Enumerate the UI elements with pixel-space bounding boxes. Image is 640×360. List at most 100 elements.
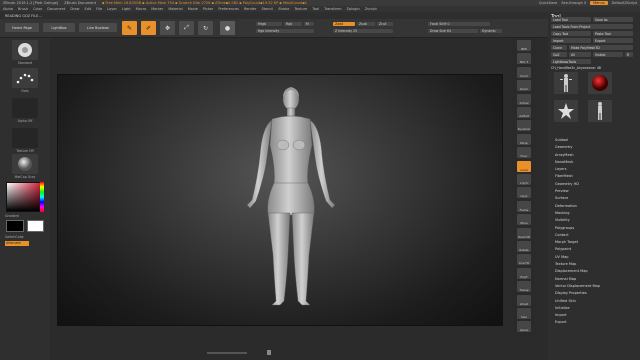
lightbox-button[interactable]: LightBox	[43, 23, 75, 32]
goz-all-button[interactable]: All	[569, 52, 591, 57]
texture-selector[interactable]: Texture Off	[5, 128, 45, 153]
subpalette-subtool[interactable]: Subtool	[555, 137, 635, 144]
subpalette-normal-map[interactable]: Normal Map	[555, 276, 635, 283]
lightbox-tools-button[interactable]: Lightbox▸Tools	[551, 59, 591, 64]
zcut-button[interactable]: Zcut	[377, 22, 393, 26]
hue-strip[interactable]	[40, 182, 44, 212]
shelf-button-actual[interactable]: Actual	[517, 93, 531, 105]
subpalette-surface[interactable]: Surface	[555, 195, 635, 202]
menu-picker[interactable]: Picker	[203, 7, 213, 11]
live-boolean-button[interactable]: Live Boolean	[79, 23, 117, 32]
edit-button[interactable]: ✎	[122, 21, 137, 35]
shelf-button-solo[interactable]: Solo	[517, 308, 531, 319]
stroke-selector[interactable]: Dots	[5, 68, 45, 93]
timeline-track[interactable]	[207, 352, 247, 354]
menu-light[interactable]: Light	[122, 7, 131, 11]
subpalette-preview[interactable]: Preview	[555, 188, 635, 195]
shelf-button-persp[interactable]: Persp	[517, 133, 531, 145]
subpalette-geometry-hd[interactable]: Geometry HD	[555, 181, 635, 188]
m-button[interactable]: M	[304, 22, 314, 26]
shelf-button-zoom3d[interactable]: Zoom3D	[517, 227, 531, 239]
home-page-button[interactable]: Home Page	[5, 23, 39, 32]
shelf-button-dynamic[interactable]: Dynamic	[517, 120, 531, 132]
tool-thumb-alpha[interactable]	[554, 100, 578, 122]
zsub-button[interactable]: Zsub	[357, 22, 375, 26]
menu-tool[interactable]: Tool	[312, 7, 319, 11]
subpalette-contact[interactable]: Contact	[555, 232, 635, 239]
subpalette-unified-skin[interactable]: Unified Skin	[555, 298, 635, 305]
z-intensity-slider[interactable]: Z Intensity 25	[333, 29, 393, 33]
subpalette-displacement-map[interactable]: Displacement Map	[555, 268, 635, 275]
subpalette-visibility[interactable]: Visibility	[555, 217, 635, 224]
material-button[interactable]: ●	[220, 21, 235, 35]
gradient-label[interactable]: Gradient	[5, 214, 19, 218]
subpalette-deformation[interactable]: Deformation	[555, 203, 635, 210]
subpalette-geometry[interactable]: Geometry	[555, 144, 635, 151]
draw-size-slider[interactable]: Draw Size 64	[428, 29, 478, 33]
rgb-button[interactable]: Rgb	[284, 22, 302, 26]
subpalette-texture-map[interactable]: Texture Map	[555, 261, 635, 268]
menu-material[interactable]: Material	[168, 7, 182, 11]
subpalette-import[interactable]: Import	[555, 312, 635, 319]
menu-texture[interactable]: Texture	[294, 7, 307, 11]
shelf-button-zoom[interactable]: Zoom	[517, 80, 531, 92]
menu-layer[interactable]: Layer	[107, 7, 117, 11]
shelf-button-bpr[interactable]: BPR	[517, 40, 531, 51]
alpha-selector[interactable]: Alpha Off	[5, 98, 45, 123]
clone-button[interactable]: Clone	[551, 45, 567, 50]
menu-document[interactable]: Document	[47, 7, 65, 11]
save-as-button[interactable]: Save As	[593, 17, 633, 22]
menu-file[interactable]: File	[96, 7, 102, 11]
import-button[interactable]: Import	[551, 38, 591, 43]
menu-color[interactable]: Color	[33, 7, 42, 11]
load-tool-button[interactable]: Load Tool	[551, 17, 591, 22]
material-selector[interactable]: MatCap Gray	[5, 154, 45, 179]
brush-selector[interactable]: Standard	[5, 40, 45, 65]
menu-transform[interactable]: Transform	[324, 7, 341, 11]
goz-r-button[interactable]: R	[625, 52, 633, 57]
subpalette-export[interactable]: Export	[555, 319, 635, 326]
color-picker[interactable]	[6, 182, 44, 212]
shelf-button-rotate[interactable]: Rotate	[517, 241, 531, 252]
goz-button[interactable]: GoZ	[551, 52, 567, 57]
timeline-marker[interactable]	[267, 350, 271, 355]
draw-button[interactable]: ✐	[141, 21, 156, 35]
shelf-button-floor[interactable]: Floor	[517, 147, 531, 159]
paste-tool-button[interactable]: Paste Tool	[593, 31, 633, 36]
shelf-button-frame[interactable]: Frame	[517, 200, 531, 212]
rotate-button[interactable]: ↻	[198, 21, 213, 35]
alternate-button[interactable]: Alternate	[5, 241, 29, 246]
shelf-button-spix-3[interactable]: SPix 3	[517, 53, 531, 65]
menu-draw[interactable]: Draw	[70, 7, 79, 11]
subpalette-uv-map[interactable]: UV Map	[555, 254, 635, 261]
menu-stroke[interactable]: Stroke	[278, 7, 289, 11]
shelf-button-scroll[interactable]: Scroll	[517, 66, 531, 78]
shelf-button-line-fill[interactable]: Line Fill	[517, 254, 531, 266]
copy-tool-button[interactable]: Copy Tool	[551, 31, 591, 36]
menu-preferences[interactable]: Preferences	[218, 7, 239, 11]
tool-thumb-sphere[interactable]	[588, 72, 612, 94]
mrgb-button[interactable]: Mrgb	[256, 22, 282, 26]
menu-movie[interactable]: Movie	[188, 7, 198, 11]
goz-visible-button[interactable]: Visible	[593, 52, 623, 57]
see-through-slider[interactable]: See-through 0	[561, 1, 586, 5]
tool-thumb-figure[interactable]	[554, 72, 578, 94]
subpalette-polypaint[interactable]: Polypaint	[555, 246, 635, 253]
subpalette-morph-target[interactable]: Morph Target	[555, 239, 635, 246]
menu-zscript[interactable]: Zscript	[365, 7, 377, 11]
shelf-button-l-sym[interactable]: L.Sym	[517, 174, 531, 185]
secondary-color-swatch[interactable]	[27, 220, 44, 232]
quicksave-button[interactable]: QuickSave	[539, 1, 558, 5]
shelf-button-move[interactable]: Move	[517, 214, 531, 226]
menu-stencil[interactable]: Stencil	[261, 7, 273, 11]
subpalette-initialize[interactable]: Initialize	[555, 305, 635, 312]
menu-alpha[interactable]: Alpha	[3, 7, 13, 11]
move-button[interactable]: ✥	[160, 21, 175, 35]
shelf-button-aahalf[interactable]: AAHalf	[517, 107, 531, 118]
main-color-swatch[interactable]	[6, 220, 24, 232]
export-button[interactable]: Export	[593, 38, 633, 43]
shelf-button-ghost[interactable]: Ghost	[517, 294, 531, 306]
subpalette-fibermesh[interactable]: FiberMesh	[555, 173, 635, 180]
make-polymesh3d-button[interactable]: Make PolyMesh3D	[569, 45, 633, 50]
subpalette-display-properties[interactable]: Display Properties	[555, 290, 635, 297]
